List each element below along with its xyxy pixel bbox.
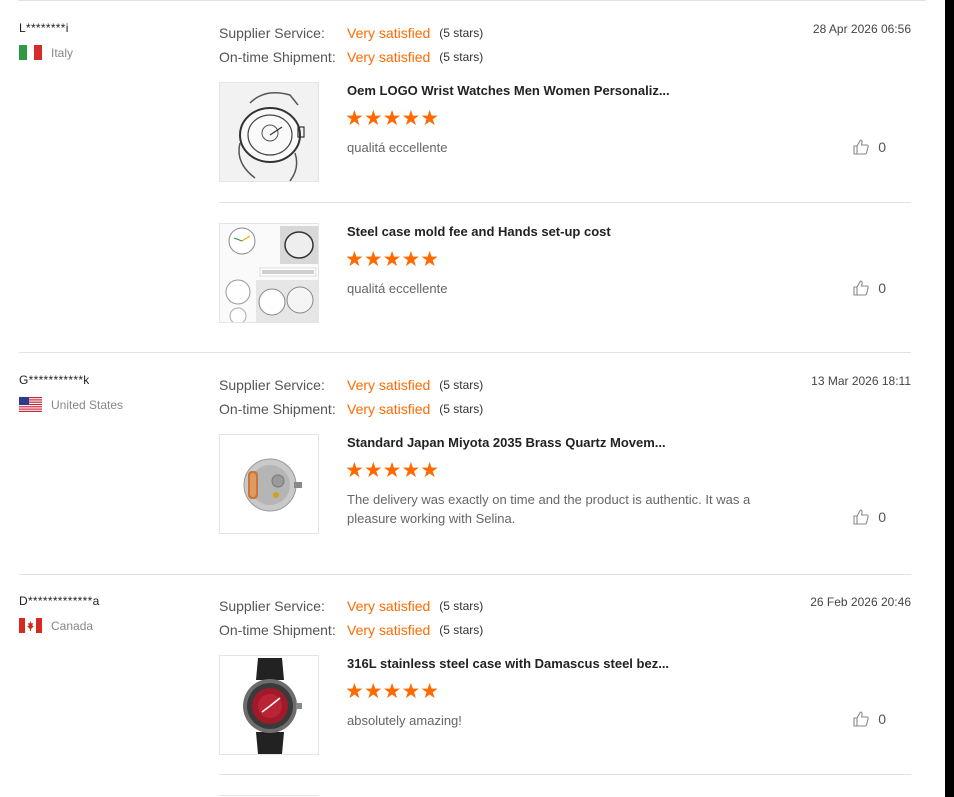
review-item: L********i Italy Supplier Service: Very …	[0, 21, 945, 351]
product-review: Standard Japan Miyota 2035 Brass Quartz …	[219, 434, 911, 535]
supplier-service-value: Very satisfied	[347, 598, 431, 614]
product-star-rating: ★★★★★	[345, 107, 440, 130]
like-button[interactable]: 0	[852, 710, 886, 728]
product-name[interactable]: Standard Japan Miyota 2035 Brass Quartz …	[347, 435, 666, 450]
product-image[interactable]	[219, 655, 319, 755]
canada-flag-icon	[19, 618, 42, 633]
supplier-service-stars: (5 stars)	[439, 26, 484, 40]
usa-flag-icon	[19, 397, 42, 412]
supplier-service-stars: (5 stars)	[439, 378, 484, 392]
top-divider	[18, 0, 926, 1]
ontime-shipment-rating: On-time Shipment: Very satisfied (5 star…	[219, 397, 483, 421]
product-review: Oem LOGO Wrist Watches Men Women Persona…	[219, 82, 911, 183]
product-name[interactable]: Steel case mold fee and Hands set-up cos…	[347, 224, 611, 239]
window-edge	[945, 0, 954, 797]
review-date: 13 Mar 2026 18:11	[811, 374, 911, 388]
product-image[interactable]	[219, 434, 319, 534]
watch-sketch-image	[220, 83, 318, 181]
red-dial-watch-image	[220, 656, 318, 754]
thumbs-up-icon	[853, 509, 869, 525]
ontime-shipment-rating: On-time Shipment: Very satisfied (5 star…	[219, 618, 483, 642]
review-divider	[19, 574, 911, 575]
like-button[interactable]: 0	[852, 508, 886, 526]
buyer-country: Canada	[19, 618, 93, 633]
buyer-name: G***********k	[19, 373, 90, 387]
thumbs-up-icon	[853, 280, 869, 296]
ontime-shipment-stars: (5 stars)	[439, 50, 484, 64]
supplier-service-label: Supplier Service:	[219, 598, 325, 614]
country-name: Canada	[51, 618, 94, 633]
product-divider	[219, 202, 911, 203]
ratings-block: Supplier Service: Very satisfied (5 star…	[219, 373, 483, 421]
ontime-shipment-stars: (5 stars)	[439, 402, 484, 416]
supplier-service-label: Supplier Service:	[219, 377, 325, 393]
like-button[interactable]: 0	[852, 279, 886, 297]
review-date: 28 Apr 2026 06:56	[812, 22, 911, 36]
supplier-service-rating: Supplier Service: Very satisfied (5 star…	[219, 594, 483, 618]
product-review: Steel case mold fee and Hands set-up cos…	[219, 223, 911, 324]
supplier-service-rating: Supplier Service: Very satisfied (5 star…	[219, 21, 483, 45]
product-star-rating: ★★★★★	[345, 459, 440, 482]
like-count: 0	[878, 139, 886, 155]
thumbs-up-icon	[853, 711, 869, 727]
product-image[interactable]	[219, 223, 319, 323]
watch-drawings-image	[220, 224, 318, 322]
product-star-rating: ★★★★★	[345, 680, 440, 703]
buyer-name: D*************a	[19, 594, 100, 608]
thumbs-up-icon	[853, 139, 869, 155]
like-count: 0	[878, 711, 886, 727]
country-name: Italy	[51, 45, 74, 60]
ratings-block: Supplier Service: Very satisfied (5 star…	[219, 21, 483, 69]
ontime-shipment-value: Very satisfied	[347, 401, 431, 417]
like-button[interactable]: 0	[852, 138, 886, 156]
ratings-block: Supplier Service: Very satisfied (5 star…	[219, 594, 483, 642]
italy-flag-icon	[19, 45, 42, 60]
review-item: G***********k United States Supplier Ser…	[0, 373, 945, 573]
supplier-service-rating: Supplier Service: Very satisfied (5 star…	[219, 373, 483, 397]
ontime-shipment-label: On-time Shipment:	[219, 401, 336, 417]
review-comment: The delivery was exactly on time and the…	[347, 492, 751, 526]
buyer-country: Italy	[19, 45, 73, 60]
review-date: 26 Feb 2026 20:46	[810, 595, 911, 609]
ontime-shipment-value: Very satisfied	[347, 622, 431, 638]
product-divider	[219, 774, 911, 775]
supplier-service-value: Very satisfied	[347, 25, 431, 41]
quartz-movement-image	[220, 435, 318, 533]
review-comment: qualitá eccellente	[347, 281, 448, 296]
product-name[interactable]: 316L stainless steel case with Damascus …	[347, 656, 669, 671]
ontime-shipment-label: On-time Shipment:	[219, 622, 336, 638]
product-review: 316L stainless steel case with Damascus …	[219, 655, 911, 756]
supplier-service-value: Very satisfied	[347, 377, 431, 393]
country-name: United States	[51, 397, 124, 412]
product-image[interactable]	[219, 82, 319, 182]
review-comment: absolutely amazing!	[347, 713, 462, 728]
product-name[interactable]: Oem LOGO Wrist Watches Men Women Persona…	[347, 83, 670, 98]
buyer-country: United States	[19, 397, 123, 412]
product-star-rating: ★★★★★	[345, 248, 440, 271]
ontime-shipment-label: On-time Shipment:	[219, 49, 336, 65]
buyer-name: L********i	[19, 21, 69, 35]
review-comment: qualitá eccellente	[347, 140, 448, 155]
supplier-service-label: Supplier Service:	[219, 25, 325, 41]
ontime-shipment-rating: On-time Shipment: Very satisfied (5 star…	[219, 45, 483, 69]
ontime-shipment-value: Very satisfied	[347, 49, 431, 65]
supplier-service-stars: (5 stars)	[439, 599, 484, 613]
review-divider	[19, 352, 911, 353]
ontime-shipment-stars: (5 stars)	[439, 623, 484, 637]
like-count: 0	[878, 509, 886, 525]
review-item: D*************a Canada Supplier Service:…	[0, 594, 945, 797]
like-count: 0	[878, 280, 886, 296]
